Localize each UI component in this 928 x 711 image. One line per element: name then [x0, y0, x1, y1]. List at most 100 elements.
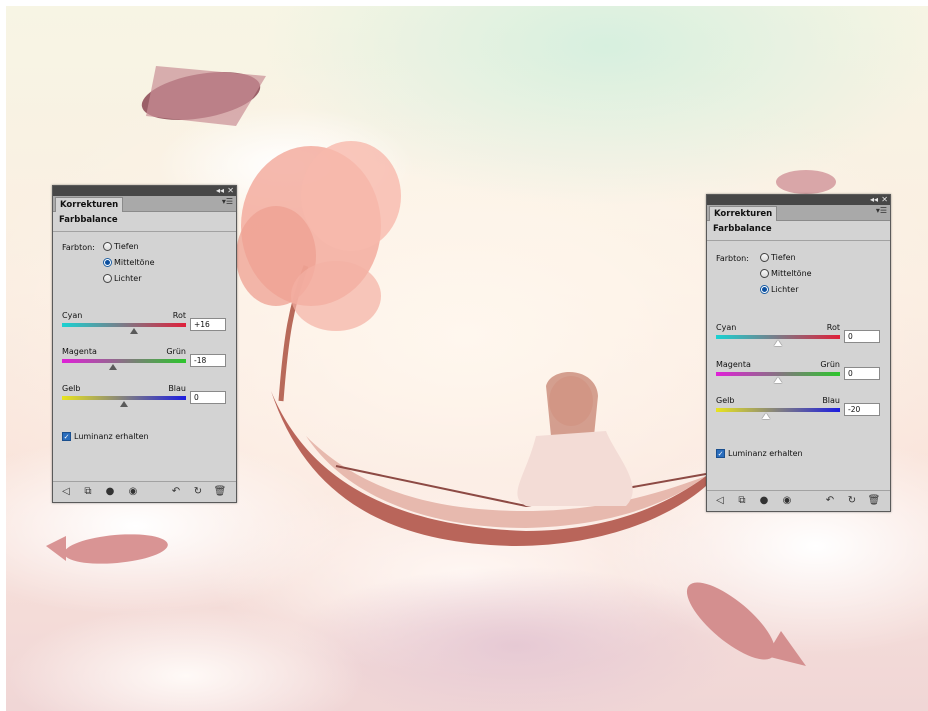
eye-icon[interactable]: ◉ [126, 485, 140, 499]
slider-left-label: Cyan [716, 323, 737, 332]
radio-tiefen[interactable]: Tiefen [103, 242, 139, 251]
reset-icon[interactable]: ↻ [191, 485, 205, 499]
slider-thumb[interactable] [774, 340, 782, 346]
back-arrow-icon[interactable]: ◁ [59, 485, 73, 499]
radio-mitteltoene[interactable]: Mitteltöne [103, 258, 155, 267]
close-icon[interactable]: ✕ [881, 194, 888, 205]
panel-titlebar: ◂◂ ✕ [707, 195, 890, 205]
slider-thumb[interactable] [120, 401, 128, 407]
trash-icon[interactable]: 🗑 [867, 494, 881, 508]
slider-right-label: Rot [172, 311, 186, 320]
clip-layer-icon[interactable]: ⧉ [735, 494, 749, 508]
slider-magenta-green: Magenta Grün -18 [62, 347, 230, 381]
adjustments-panel-left: ◂◂ ✕ Korrekturen ▾☰ Farbbalance Farbton:… [52, 185, 237, 503]
radio-button[interactable] [760, 285, 769, 294]
slider-value-input[interactable]: -18 [190, 354, 226, 367]
slider-value-input[interactable]: 0 [844, 330, 880, 343]
slider-left-label: Magenta [62, 347, 97, 356]
slider-track[interactable] [716, 335, 840, 339]
radio-label: Lichter [114, 274, 142, 283]
slider-left-label: Magenta [716, 360, 751, 369]
panel-menu-icon[interactable]: ▾☰ [876, 206, 887, 215]
slider-value-input[interactable]: 0 [190, 391, 226, 404]
slider-left-label: Gelb [62, 384, 81, 393]
radio-label: Lichter [771, 285, 799, 294]
slider-track[interactable] [62, 323, 186, 327]
slider-track[interactable] [716, 408, 840, 412]
reset-icon[interactable]: ↻ [845, 494, 859, 508]
adjustments-panel-right: ◂◂ ✕ Korrekturen ▾☰ Farbbalance Farbton:… [706, 194, 891, 512]
radio-button[interactable] [103, 242, 112, 251]
close-icon[interactable]: ✕ [227, 185, 234, 196]
trash-icon[interactable]: 🗑 [213, 485, 227, 499]
goldfish-right [686, 582, 806, 666]
slider-yellow-blue: Gelb Blau -20 [716, 396, 884, 430]
luminance-checkbox-row[interactable]: ✓ Luminanz erhalten [62, 432, 149, 441]
visibility-toggle-icon[interactable]: ● [103, 485, 117, 499]
slider-right-label: Blau [822, 396, 840, 405]
radio-lichter[interactable]: Lichter [103, 274, 142, 283]
collapse-icon[interactable]: ◂◂ [216, 185, 224, 196]
tree [236, 141, 401, 402]
clip-layer-icon[interactable]: ⧉ [81, 485, 95, 499]
panel-tabbar: Korrekturen ▾☰ [53, 196, 236, 212]
back-arrow-icon[interactable]: ◁ [713, 494, 727, 508]
slider-right-label: Blau [168, 384, 186, 393]
radio-button[interactable] [103, 274, 112, 283]
radio-label: Mitteltöne [771, 269, 812, 278]
slider-value-input[interactable]: 0 [844, 367, 880, 380]
panel-footer: ◁ ⧉ ● ◉ ↶ ↻ 🗑 [53, 481, 236, 502]
radio-lichter[interactable]: Lichter [760, 285, 799, 294]
slider-thumb[interactable] [129, 328, 138, 334]
slider-right-label: Grün [166, 347, 186, 356]
lionfish [141, 66, 266, 126]
slider-cyan-red: Cyan Rot +16 [62, 311, 230, 345]
panel-footer: ◁ ⧉ ● ◉ ↶ ↻ 🗑 [707, 490, 890, 511]
checkbox-label: Luminanz erhalten [728, 449, 803, 458]
girl [517, 372, 633, 506]
slider-thumb[interactable] [108, 364, 117, 370]
slider-value-input[interactable]: -20 [844, 403, 880, 416]
slider-cyan-red: Cyan Rot 0 [716, 323, 884, 357]
panel-menu-icon[interactable]: ▾☰ [222, 197, 233, 206]
radio-label: Tiefen [771, 253, 796, 262]
boat [271, 391, 707, 546]
radio-label: Mitteltöne [114, 258, 155, 267]
checkbox-checked-icon[interactable]: ✓ [716, 449, 725, 458]
previous-state-icon[interactable]: ↶ [823, 494, 837, 508]
small-fish [776, 170, 836, 194]
panel-tabbar: Korrekturen ▾☰ [707, 205, 890, 221]
radio-tiefen[interactable]: Tiefen [760, 253, 796, 262]
slider-left-label: Cyan [62, 311, 83, 320]
slider-magenta-green: Magenta Grün 0 [716, 360, 884, 394]
checkbox-label: Luminanz erhalten [74, 432, 149, 441]
visibility-toggle-icon[interactable]: ● [757, 494, 771, 508]
tone-label: Farbton: [62, 243, 95, 252]
slider-thumb[interactable] [774, 377, 782, 383]
slider-right-label: Rot [826, 323, 840, 332]
slider-right-label: Grün [820, 360, 840, 369]
radio-mitteltoene[interactable]: Mitteltöne [760, 269, 812, 278]
luminance-checkbox-row[interactable]: ✓ Luminanz erhalten [716, 449, 803, 458]
goldfish-left [46, 534, 168, 564]
slider-track[interactable] [716, 372, 840, 376]
eye-icon[interactable]: ◉ [780, 494, 794, 508]
collapse-icon[interactable]: ◂◂ [870, 194, 878, 205]
panel-titlebar: ◂◂ ✕ [53, 186, 236, 196]
slider-thumb[interactable] [761, 413, 770, 419]
radio-label: Tiefen [114, 242, 139, 251]
radio-button[interactable] [760, 269, 769, 278]
slider-left-label: Gelb [716, 396, 735, 405]
slider-yellow-blue: Gelb Blau 0 [62, 384, 230, 418]
tone-label: Farbton: [716, 254, 749, 263]
radio-button[interactable] [103, 258, 112, 267]
previous-state-icon[interactable]: ↶ [169, 485, 183, 499]
tab-korrekturen[interactable]: Korrekturen [55, 197, 124, 212]
slider-track[interactable] [62, 359, 186, 363]
tab-korrekturen[interactable]: Korrekturen [709, 206, 778, 221]
checkbox-checked-icon[interactable]: ✓ [62, 432, 71, 441]
panel-title: Farbbalance [53, 212, 236, 232]
slider-track[interactable] [62, 396, 186, 400]
radio-button[interactable] [760, 253, 769, 262]
slider-value-input[interactable]: +16 [190, 318, 226, 331]
